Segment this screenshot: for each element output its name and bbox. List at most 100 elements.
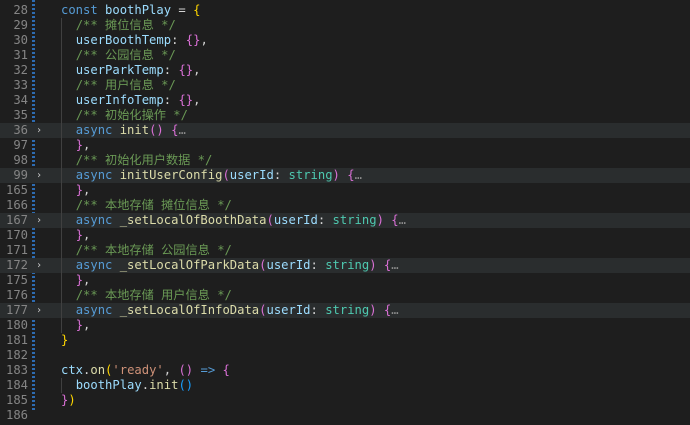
line-number: 182 [5, 348, 28, 362]
code-token: async [75, 168, 113, 182]
code-token: {} [185, 33, 201, 47]
code-token: … [398, 213, 406, 227]
line-number: 98 [13, 153, 28, 167]
code-token: /** 摊位信息 */ [75, 18, 176, 32]
line-number: 175 [5, 273, 28, 287]
code-token: userId [229, 168, 274, 182]
code-token: { [222, 363, 230, 377]
code-token: ) [68, 393, 76, 407]
code-line[interactable]: 36 › async init() {… [0, 123, 690, 138]
code-line[interactable]: 177 › async _setLocalOfInfoData(userId: s… [0, 303, 690, 318]
code-token: { [347, 168, 355, 182]
line-code: ctx.on('ready', () => { [61, 363, 230, 378]
line-number: 165 [5, 183, 28, 197]
code-line[interactable]: 167 › async _setLocalOfBoothData(userId: … [0, 213, 690, 228]
code-line[interactable]: 166 /** 本地存储 摊位信息 */ [0, 198, 690, 213]
fold-chevron-icon[interactable]: › [36, 258, 46, 273]
code-token: /** 初始化操作 */ [75, 108, 188, 122]
line-code: }, [61, 138, 91, 153]
line-code: async _setLocalOfParkData(userId: string… [61, 258, 399, 273]
code-token: _setLocalOfInfoData [119, 303, 260, 317]
line-number: 166 [5, 198, 28, 212]
code-line[interactable]: 31 /** 公园信息 */ [0, 48, 690, 63]
code-line[interactable]: 35 /** 初始化操作 */ [0, 108, 690, 123]
line-number: 32 [13, 63, 28, 77]
line-code: userBoothTemp: {}, [61, 33, 208, 48]
code-token: init [119, 123, 150, 137]
code-token: () [149, 123, 164, 137]
code-line[interactable]: 165 }, [0, 183, 690, 198]
code-token: /** 本地存储 公园信息 */ [75, 243, 232, 257]
code-token: /** 本地存储 摊位信息 */ [75, 198, 232, 212]
line-code: const boothPlay = { [61, 3, 200, 18]
code-line[interactable]: 171 /** 本地存储 公园信息 */ [0, 243, 690, 258]
code-line[interactable]: 176 /** 本地存储 用户信息 */ [0, 288, 690, 303]
code-line[interactable]: 186 [0, 408, 690, 423]
line-number: 177 [5, 303, 28, 317]
line-number: 30 [13, 33, 28, 47]
code-line[interactable]: 184 boothPlay.init() [0, 378, 690, 393]
line-code: /** 摊位信息 */ [61, 18, 176, 33]
code-line[interactable]: 172 › async _setLocalOfParkData(userId: s… [0, 258, 690, 273]
code-token: 'ready' [112, 363, 164, 377]
code-token: : [317, 213, 333, 227]
line-number: 28 [13, 3, 28, 17]
code-line[interactable]: 183 ctx.on('ready', () => { [0, 363, 690, 378]
code-token: => [200, 363, 216, 377]
line-code: }, [61, 228, 91, 243]
code-line[interactable]: 32 userParkTemp: {}, [0, 63, 690, 78]
code-line[interactable]: 180 }, [0, 318, 690, 333]
line-code: }, [61, 183, 91, 198]
line-code: boothPlay.init() [61, 378, 193, 393]
code-token: : [310, 303, 326, 317]
code-line[interactable]: 98 /** 初始化用户数据 */ [0, 153, 690, 168]
code-token: … [391, 303, 399, 317]
code-editor[interactable]: 28 const boothPlay = {29 /** 摊位信息 */30 us… [0, 0, 690, 425]
code-line[interactable]: 181} [0, 333, 690, 348]
line-code: /** 用户信息 */ [61, 78, 176, 93]
code-line[interactable]: 97 }, [0, 138, 690, 153]
line-number: 167 [5, 213, 28, 227]
code-token: { [391, 213, 399, 227]
fold-chevron-icon[interactable]: › [36, 303, 46, 318]
code-token: () [178, 378, 194, 392]
code-line[interactable]: 29 /** 摊位信息 */ [0, 18, 690, 33]
line-code: /** 公园信息 */ [61, 48, 176, 63]
fold-chevron-icon[interactable]: › [36, 168, 46, 183]
line-number: 29 [13, 18, 28, 32]
line-number: 172 [5, 258, 28, 272]
code-line[interactable]: 185}) [0, 393, 690, 408]
fold-chevron-icon[interactable]: › [36, 213, 46, 228]
code-line[interactable]: 99 › async initUserConfig(userId: string)… [0, 168, 690, 183]
code-line[interactable]: 28 const boothPlay = { [0, 3, 690, 18]
code-token: async [75, 213, 113, 227]
fold-chevron-icon[interactable]: › [36, 123, 46, 138]
code-line[interactable]: 182 [0, 348, 690, 363]
line-number: 183 [5, 363, 28, 377]
code-token: … [178, 123, 186, 137]
code-token: string [332, 213, 377, 227]
code-line[interactable]: 170 }, [0, 228, 690, 243]
code-line[interactable]: 30 userBoothTemp: {}, [0, 33, 690, 48]
code-line[interactable]: 34 userInfoTemp: {}, [0, 93, 690, 108]
code-token: string [325, 258, 370, 272]
code-line[interactable]: 33 /** 用户信息 */ [0, 78, 690, 93]
code-line[interactable]: 175 }, [0, 273, 690, 288]
code-token: async [75, 258, 113, 272]
code-token: ( [222, 168, 230, 182]
code-token: _setLocalOfParkData [119, 258, 260, 272]
line-code: userInfoTemp: {}, [61, 93, 201, 108]
code-token: … [354, 168, 362, 182]
